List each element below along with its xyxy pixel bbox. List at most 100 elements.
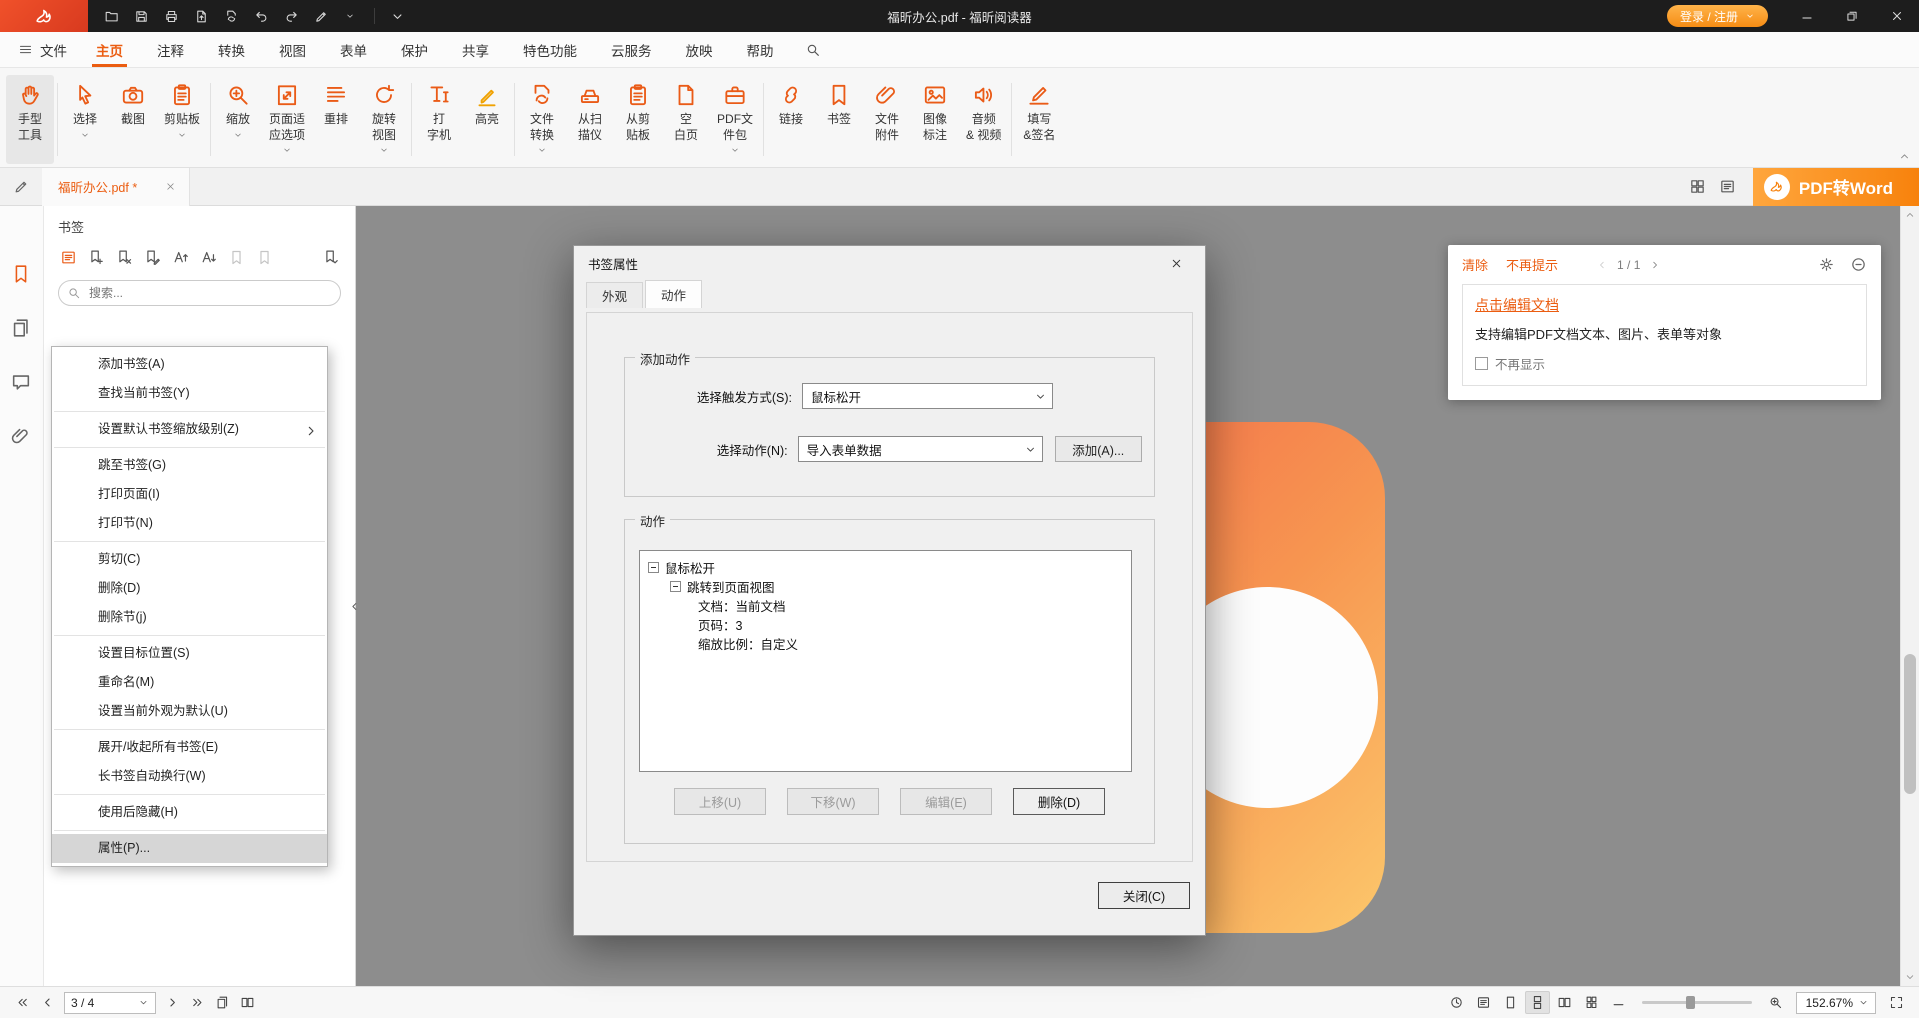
ribbon-tool-file-attachment[interactable]: 文件 附件 xyxy=(863,75,911,164)
font-increase-button[interactable] xyxy=(170,247,190,267)
ribbon-tool-rotate-view[interactable]: 旋转 视图 xyxy=(360,75,408,164)
tab-comment[interactable]: 注释 xyxy=(140,32,201,67)
collapse-node-icon[interactable] xyxy=(670,581,681,592)
page-number-box[interactable]: 3 / 4 xyxy=(64,992,156,1014)
tab-cloud[interactable]: 云服务 xyxy=(594,32,669,67)
read-mode-button[interactable] xyxy=(1713,168,1743,205)
continuous-page-button[interactable] xyxy=(1525,991,1550,1014)
convert-pdf-button[interactable] xyxy=(218,4,245,28)
ribbon-tool-reflow[interactable]: 重排 xyxy=(312,75,360,164)
action-select[interactable]: 导入表单数据 xyxy=(798,436,1043,462)
scroll-down-icon[interactable] xyxy=(1904,971,1916,983)
add-action-button[interactable]: 添加(A)... xyxy=(1055,436,1143,462)
edit-document-link[interactable]: 点击编辑文档 xyxy=(1475,295,1559,315)
hint-collapse-button[interactable] xyxy=(1850,256,1867,273)
move-up-button[interactable]: 上移(U) xyxy=(674,788,766,815)
menu-file[interactable]: 文件 xyxy=(6,32,79,67)
ribbon-tool-snapshot[interactable]: 截图 xyxy=(109,75,157,164)
ribbon-tool-blank-page[interactable]: 空 白页 xyxy=(662,75,710,164)
previous-page-button[interactable] xyxy=(35,991,60,1014)
tab-home[interactable]: 主页 xyxy=(79,32,140,67)
auto-scroll-button[interactable] xyxy=(1444,991,1469,1014)
zoom-slider[interactable] xyxy=(1642,1001,1752,1004)
next-bookmark-button[interactable] xyxy=(254,247,274,267)
pages-panel-button[interactable] xyxy=(10,316,34,340)
font-decrease-button[interactable] xyxy=(198,247,218,267)
ribbon-tool-from-scanner[interactable]: 从扫 描仪 xyxy=(566,75,614,164)
close-dialog-button[interactable]: 关闭(C) xyxy=(1098,882,1190,909)
zoom-slider-thumb[interactable] xyxy=(1686,996,1695,1009)
scrollbar-thumb[interactable] xyxy=(1904,654,1916,794)
pen-tool-dropdown[interactable] xyxy=(338,4,365,28)
trigger-select[interactable]: 鼠标松开 xyxy=(802,383,1053,409)
zoom-out-button[interactable] xyxy=(1606,991,1631,1014)
ribbon-tool-audio-video[interactable]: 音频 & 视频 xyxy=(959,75,1008,164)
menu-item-print-page[interactable]: 打印页面(I) xyxy=(52,480,327,509)
menu-item-expand-collapse-all[interactable]: 展开/收起所有书签(E) xyxy=(52,733,327,762)
previous-bookmark-button[interactable] xyxy=(226,247,246,267)
menu-item-set-appearance-default[interactable]: 设置当前外观为默认(U) xyxy=(52,697,327,726)
first-page-button[interactable] xyxy=(10,991,35,1014)
add-bookmark-button[interactable] xyxy=(86,247,106,267)
menu-item-print-section[interactable]: 打印节(N) xyxy=(52,509,327,538)
dialog-close-button[interactable] xyxy=(1161,246,1191,280)
ribbon-tool-bookmark[interactable]: 书签 xyxy=(815,75,863,164)
move-down-button[interactable]: 下移(W) xyxy=(787,788,879,815)
ribbon-tool-link[interactable]: 链接 xyxy=(767,75,815,164)
tab-present[interactable]: 放映 xyxy=(669,32,730,67)
tree-node-trigger[interactable]: 鼠标松开 xyxy=(648,558,1123,577)
close-window-button[interactable] xyxy=(1874,0,1919,32)
collapse-panel-handle[interactable] xyxy=(347,592,361,620)
menu-item-properties[interactable]: 属性(P)... xyxy=(52,834,327,863)
ribbon-tool-highlight[interactable]: 高亮 xyxy=(463,75,511,164)
menu-item-hide-after-use[interactable]: 使用后隐藏(H) xyxy=(52,798,327,827)
scroll-up-icon[interactable] xyxy=(1904,209,1916,221)
tree-node-detail[interactable]: 页码：3 xyxy=(698,615,1123,634)
last-page-button[interactable] xyxy=(185,991,210,1014)
tab-protect[interactable]: 保护 xyxy=(384,32,445,67)
tab-help[interactable]: 帮助 xyxy=(730,32,791,67)
tab-action[interactable]: 动作 xyxy=(645,280,702,308)
split-view-button[interactable] xyxy=(235,991,260,1014)
tab-appearance[interactable]: 外观 xyxy=(586,282,643,308)
tree-node-detail[interactable]: 文档：当前文档 xyxy=(698,596,1123,615)
menu-item-default-zoom[interactable]: 设置默认书签缩放级别(Z) xyxy=(52,415,327,444)
next-page-button[interactable] xyxy=(160,991,185,1014)
tree-node-detail[interactable]: 缩放比例：自定义 xyxy=(698,634,1123,653)
facing-page-button[interactable] xyxy=(1552,991,1577,1014)
tab-features[interactable]: 特色功能 xyxy=(506,32,594,67)
ribbon-tool-image-annotation[interactable]: 图像 标注 xyxy=(911,75,959,164)
foxit-logo[interactable] xyxy=(0,0,88,32)
ribbon-tool-file-convert[interactable]: 文件 转换 xyxy=(518,75,566,164)
menu-item-goto-bookmark[interactable]: 跳至书签(G) xyxy=(52,451,327,480)
tree-node-action[interactable]: 跳转到页面视图 xyxy=(670,577,1123,596)
ribbon-tool-page-fit[interactable]: 页面适 应选项 xyxy=(262,75,312,164)
menu-item-add-bookmark[interactable]: 添加书签(A) xyxy=(52,350,327,379)
ribbon-tool-zoom[interactable]: 缩放 xyxy=(214,75,262,164)
collapse-node-icon[interactable] xyxy=(648,562,659,573)
edit-action-button[interactable]: 编辑(E) xyxy=(900,788,992,815)
undo-button[interactable] xyxy=(248,4,275,28)
tab-view[interactable]: 视图 xyxy=(262,32,323,67)
menu-item-cut[interactable]: 剪切(C) xyxy=(52,545,327,574)
menu-item-delete[interactable]: 删除(D) xyxy=(52,574,327,603)
page-layout-button[interactable] xyxy=(210,991,235,1014)
menu-item-find-current[interactable]: 查找当前书签(Y) xyxy=(52,379,327,408)
hint-settings-button[interactable] xyxy=(1818,256,1835,273)
print-button[interactable] xyxy=(158,4,185,28)
tab-form[interactable]: 表单 xyxy=(323,32,384,67)
tab-share[interactable]: 共享 xyxy=(445,32,506,67)
save-button[interactable] xyxy=(128,4,155,28)
document-tab[interactable]: 福昕办公.pdf * xyxy=(42,168,190,206)
dont-prompt-link[interactable]: 不再提示 xyxy=(1506,255,1558,274)
redo-button[interactable] xyxy=(278,4,305,28)
login-button[interactable]: 登录 / 注册 xyxy=(1667,5,1768,27)
text-viewer-button[interactable] xyxy=(1471,991,1496,1014)
pen-tool-button[interactable] xyxy=(308,4,335,28)
menu-item-set-destination[interactable]: 设置目标位置(S) xyxy=(52,639,327,668)
restore-button[interactable] xyxy=(1829,0,1874,32)
menu-item-wrap-long-bookmarks[interactable]: 长书签自动换行(W) xyxy=(52,762,327,791)
ribbon-tool-select[interactable]: 选择 xyxy=(61,75,109,164)
ribbon-tool-typewriter[interactable]: 打 字机 xyxy=(415,75,463,164)
comments-panel-button[interactable] xyxy=(10,370,34,394)
